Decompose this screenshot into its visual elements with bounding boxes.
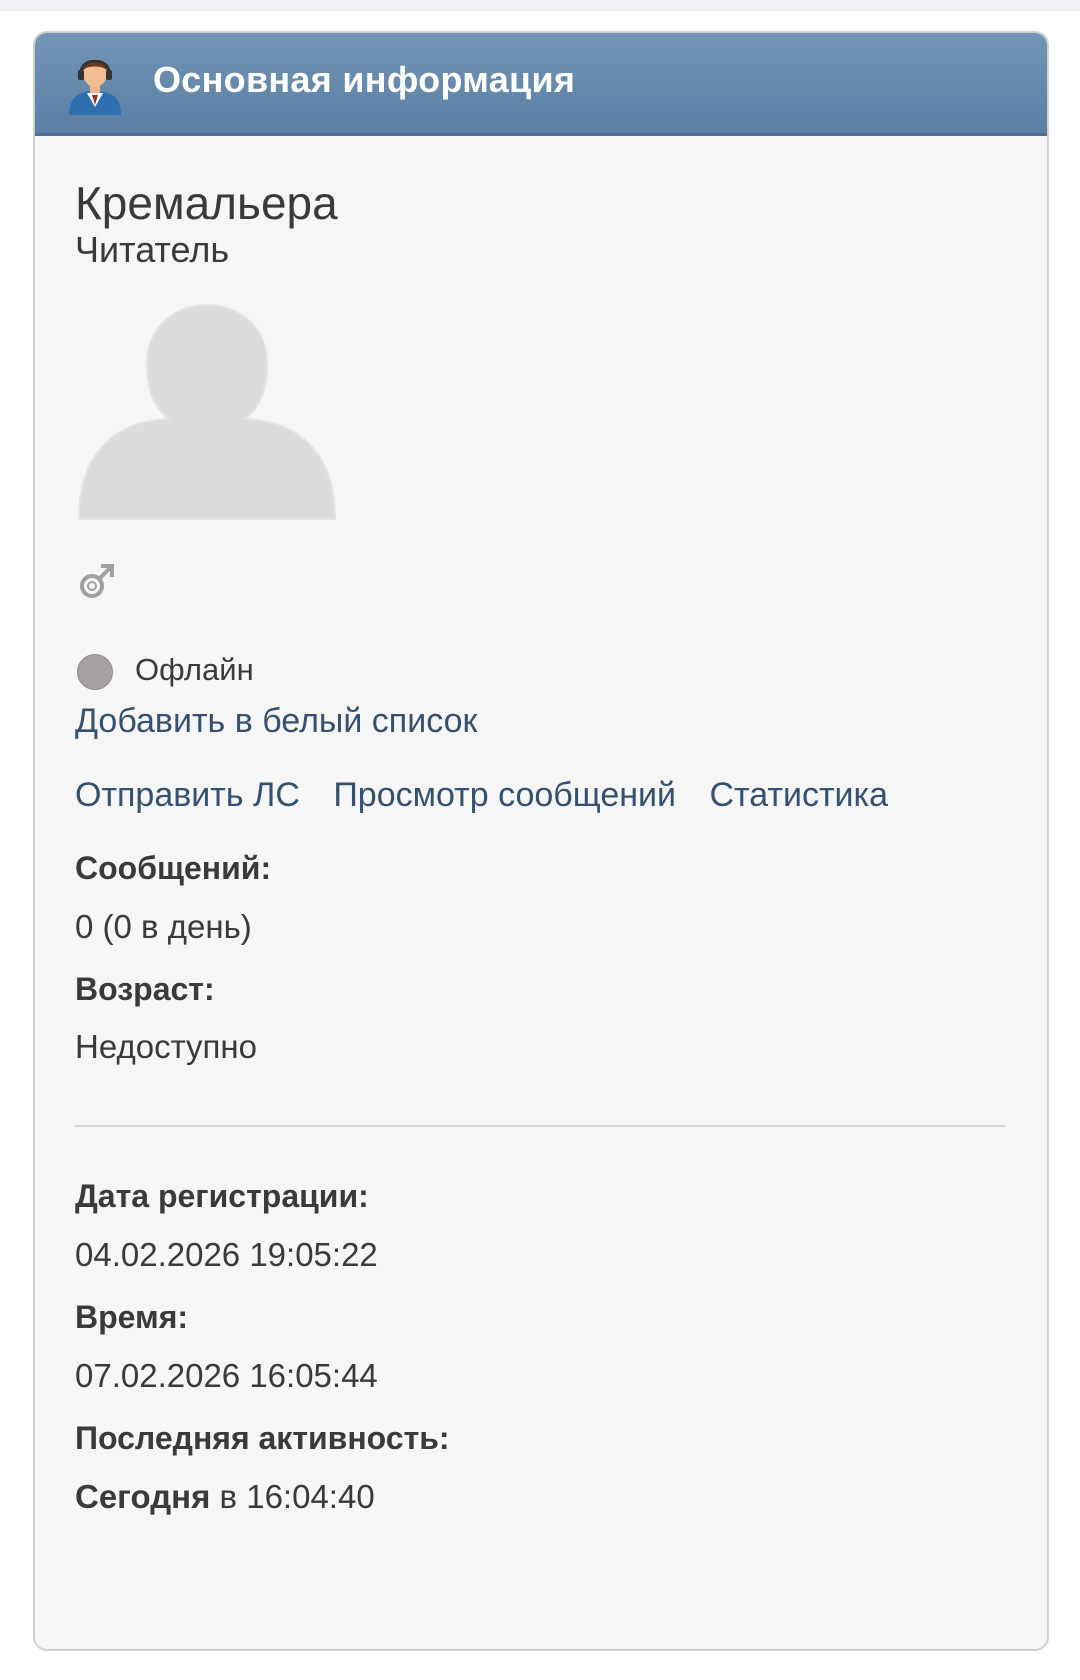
posts-value: 0 (0 в день) xyxy=(75,908,252,945)
last-active-value: Сегодня в 16:04:40 xyxy=(75,1478,375,1516)
profile-actions: Отправить ЛС Просмотр сообщений Статисти… xyxy=(75,776,912,815)
top-strip xyxy=(0,0,1080,11)
profile-panel: Основная информация Кремальера Читатель … xyxy=(33,31,1049,1651)
status-indicator-icon xyxy=(77,654,113,690)
user-rank: Читатель xyxy=(75,229,230,270)
registered-value: 04.02.2026 19:05:22 xyxy=(75,1236,378,1273)
statistics-link[interactable]: Статистика xyxy=(709,776,888,814)
user-profile-icon xyxy=(69,59,121,115)
time-value: 07.02.2026 16:05:44 xyxy=(75,1357,378,1394)
divider xyxy=(75,1125,1005,1127)
last-active-label: Последняя активность: xyxy=(75,1420,450,1456)
add-to-whitelist-link[interactable]: Добавить в белый список xyxy=(75,702,477,741)
send-pm-link[interactable]: Отправить ЛС xyxy=(75,776,300,814)
posts-label: Сообщений: xyxy=(75,850,272,886)
avatar xyxy=(77,303,337,520)
view-posts-link[interactable]: Просмотр сообщений xyxy=(333,776,676,814)
male-gender-icon xyxy=(80,564,114,598)
age-value: Недоступно xyxy=(75,1028,257,1065)
username: Кремальера xyxy=(75,177,338,229)
registered-label: Дата регистрации: xyxy=(75,1178,369,1214)
panel-header: Основная информация xyxy=(35,33,1047,136)
last-active-time: в 16:04:40 xyxy=(210,1478,375,1515)
status-text: Офлайн xyxy=(135,652,254,687)
time-label: Время: xyxy=(75,1299,189,1335)
last-active-day: Сегодня xyxy=(75,1478,211,1515)
age-label: Возраст: xyxy=(75,971,215,1007)
header-title: Основная информация xyxy=(153,59,576,100)
